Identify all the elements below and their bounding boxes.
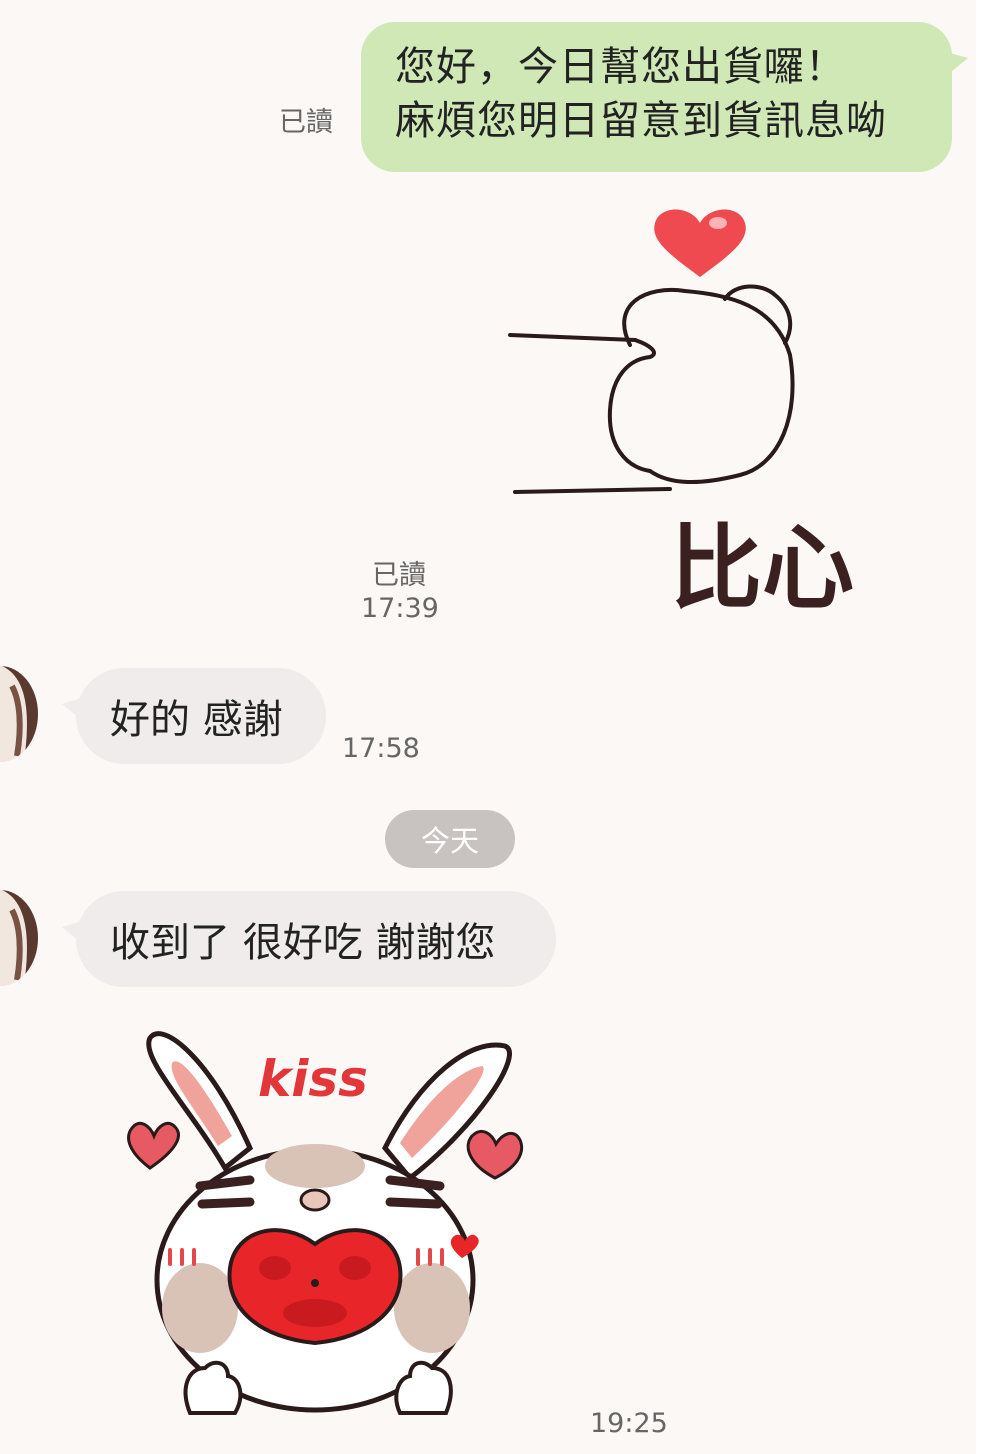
heart-icon xyxy=(466,1130,523,1180)
message-time: 19:25 xyxy=(590,1408,668,1439)
hand-gesture-icon xyxy=(508,284,795,494)
right-edge xyxy=(976,0,998,1454)
message-time: 17:58 xyxy=(342,733,420,764)
heart-gesture-sticker[interactable]: 比心 xyxy=(500,195,930,615)
incoming-message-bubble[interactable]: 好的 感謝 xyxy=(62,668,326,764)
date-divider: 今天 xyxy=(385,810,515,868)
heart-icon xyxy=(127,1122,180,1170)
bubble-tail xyxy=(62,921,82,943)
message-line: 您好，今日幫您出貨囉！ xyxy=(395,44,846,90)
kiss-bunny-sticker[interactable]: kiss xyxy=(110,1018,540,1428)
sticker-caption: 比心 xyxy=(670,515,854,615)
sticker-caption: kiss xyxy=(258,1050,368,1108)
message-text: 好的 感謝 xyxy=(110,697,283,743)
read-receipt: 已讀 xyxy=(372,560,426,591)
message-line: 麻煩您明日留意到貨訊息呦 xyxy=(395,98,887,144)
contact-avatar[interactable] xyxy=(0,890,38,986)
message-time: 17:39 xyxy=(361,593,439,624)
bubble-tail xyxy=(62,698,82,720)
incoming-message-bubble[interactable]: 收到了 很好吃 謝謝您 xyxy=(62,891,556,987)
read-receipt: 已讀 xyxy=(279,107,333,138)
heart-icon xyxy=(654,209,746,277)
message-text: 收到了 很好吃 謝謝您 xyxy=(110,920,496,966)
bubble-tail xyxy=(946,52,968,76)
contact-avatar[interactable] xyxy=(0,666,38,762)
outgoing-message-bubble[interactable]: 您好，今日幫您出貨囉！ 麻煩您明日留意到貨訊息呦 xyxy=(361,22,968,172)
